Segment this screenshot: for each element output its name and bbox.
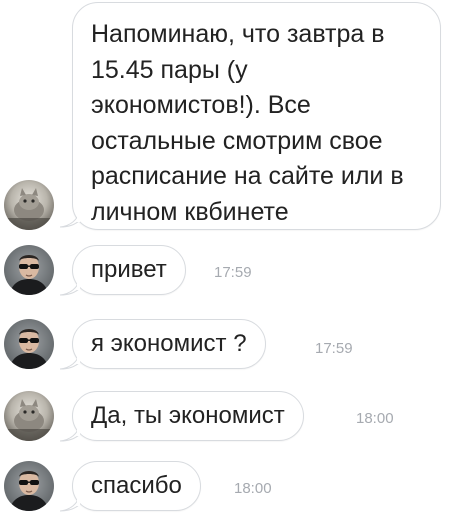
bubble-tail <box>60 352 80 370</box>
cat-photo-avatar[interactable] <box>4 180 54 230</box>
man-sunglasses-avatar[interactable] <box>4 319 54 369</box>
message-row: спасибо 18:00 <box>0 458 450 514</box>
message-timestamp: 18:00 <box>234 480 272 497</box>
cat-photo-avatar[interactable] <box>4 391 54 441</box>
message-bubble[interactable]: спасибо <box>72 461 201 511</box>
bubble-tail <box>60 494 80 512</box>
message-row: Напоминаю, что завтра в 15.45 пары (у эк… <box>0 0 450 232</box>
message-text: я экономист ? <box>91 330 247 357</box>
message-timestamp: 18:00 <box>356 410 394 427</box>
message-row: привет 17:59 <box>0 242 450 298</box>
message-text: Да, ты экономист <box>91 402 285 429</box>
man-sunglasses-avatar[interactable] <box>4 245 54 295</box>
message-bubble[interactable]: я экономист ? <box>72 319 266 369</box>
chat-thread: Напоминаю, что завтра в 15.45 пары (у эк… <box>0 0 450 521</box>
message-row: Да, ты экономист 18:00 <box>0 388 450 444</box>
message-text: спасибо <box>91 472 182 499</box>
message-row: я экономист ? 17:59 <box>0 316 450 372</box>
man-sunglasses-avatar[interactable] <box>4 461 54 511</box>
message-text: привет <box>91 256 167 283</box>
bubble-tail <box>60 424 80 442</box>
bubble-tail <box>60 278 80 296</box>
message-timestamp: 17:59 <box>214 264 252 281</box>
bubble-tail <box>60 210 80 228</box>
message-bubble[interactable]: привет <box>72 245 186 295</box>
message-bubble[interactable]: Да, ты экономист <box>72 391 304 441</box>
message-bubble[interactable]: Напоминаю, что завтра в 15.45 пары (у эк… <box>72 2 441 230</box>
message-text: Напоминаю, что завтра в 15.45 пары (у эк… <box>91 20 404 226</box>
message-timestamp: 17:59 <box>315 340 353 357</box>
